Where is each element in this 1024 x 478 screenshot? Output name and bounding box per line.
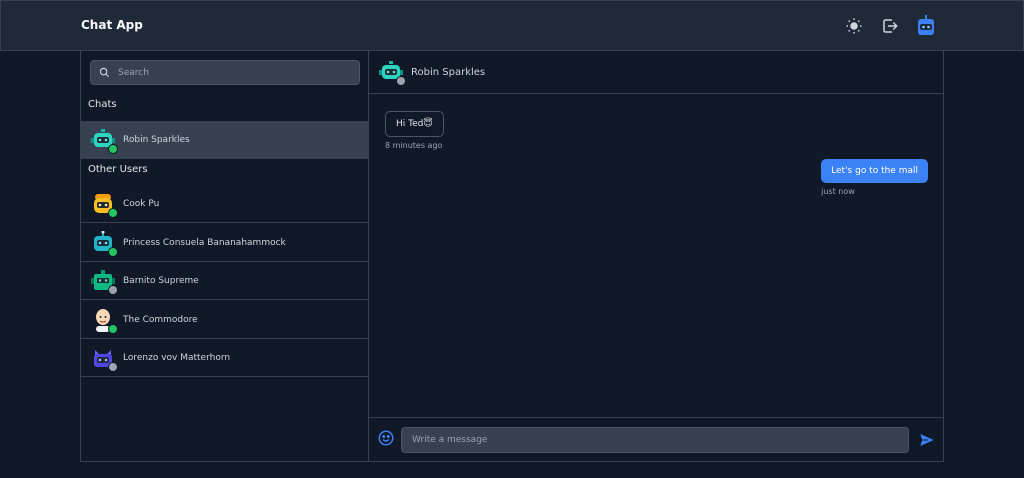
user-item-princess-consuela[interactable]: Princess Consuela Bananahammock: [81, 224, 368, 262]
user-item-the-commodore[interactable]: The Commodore: [81, 301, 368, 339]
logout-icon[interactable]: [879, 15, 901, 37]
user-avatar-icon[interactable]: [915, 15, 937, 37]
avatar: [379, 60, 406, 86]
chat-item-robin-sparkles[interactable]: Robin Sparkles: [81, 121, 368, 159]
user-name: The Commodore: [123, 314, 198, 325]
app-title: Chat App: [81, 18, 143, 32]
send-icon[interactable]: [918, 431, 936, 449]
user-item-lorenzo[interactable]: Lorenzo vov Matterhorn: [81, 339, 368, 377]
avatar: [91, 346, 118, 372]
user-name: Robin Sparkles: [123, 135, 190, 145]
chat-header: Robin Sparkles: [369, 51, 944, 94]
top-actions: [843, 15, 937, 37]
message-input[interactable]: [401, 427, 909, 453]
message-bubble: Hi Ted😇: [385, 111, 444, 137]
user-item-cook-pu[interactable]: Cook Pu: [81, 185, 368, 223]
status-dot: [108, 207, 118, 218]
message-time: just now: [821, 187, 855, 196]
chat-area: Robin Sparkles Hi Ted😇 8 minutes ago Let…: [369, 51, 944, 462]
avatar: [91, 128, 118, 154]
sidebar: Chats Robin Sparkles Other Users Cook Pu…: [81, 51, 369, 462]
status-dot: [108, 323, 118, 334]
search-input[interactable]: [118, 67, 338, 78]
user-item-barnito-supreme[interactable]: Barnito Supreme: [81, 262, 368, 300]
emoji-icon[interactable]: [377, 429, 395, 451]
status-dot: [108, 361, 118, 372]
message-bubble: Let's go to the mall: [821, 159, 928, 183]
chats-heading: Chats: [88, 99, 117, 110]
status-dot: [108, 144, 118, 154]
message-time: 8 minutes ago: [385, 141, 443, 150]
user-name: Barnito Supreme: [123, 275, 199, 286]
user-name: Princess Consuela Bananahammock: [123, 237, 286, 248]
message-outgoing: Let's go to the mall just now: [821, 158, 928, 196]
chat-contact-name: Robin Sparkles: [411, 66, 486, 78]
search-box[interactable]: [90, 60, 360, 85]
avatar: [91, 308, 118, 334]
message-incoming: Hi Ted😇 8 minutes ago: [385, 111, 444, 150]
status-dot: [108, 246, 118, 257]
avatar: [91, 269, 118, 295]
main-panel: Chats Robin Sparkles Other Users Cook Pu…: [80, 51, 944, 462]
avatar: [91, 230, 118, 257]
other-users-heading: Other Users: [88, 164, 148, 175]
search-icon: [99, 63, 110, 82]
user-name: Lorenzo vov Matterhorn: [123, 352, 231, 363]
status-dot: [396, 76, 406, 86]
sun-icon[interactable]: [843, 15, 865, 37]
avatar: [91, 192, 118, 218]
message-composer: [369, 417, 944, 462]
top-bar: Chat App: [0, 0, 1024, 51]
user-name: Cook Pu: [123, 198, 160, 209]
status-dot: [108, 284, 118, 295]
